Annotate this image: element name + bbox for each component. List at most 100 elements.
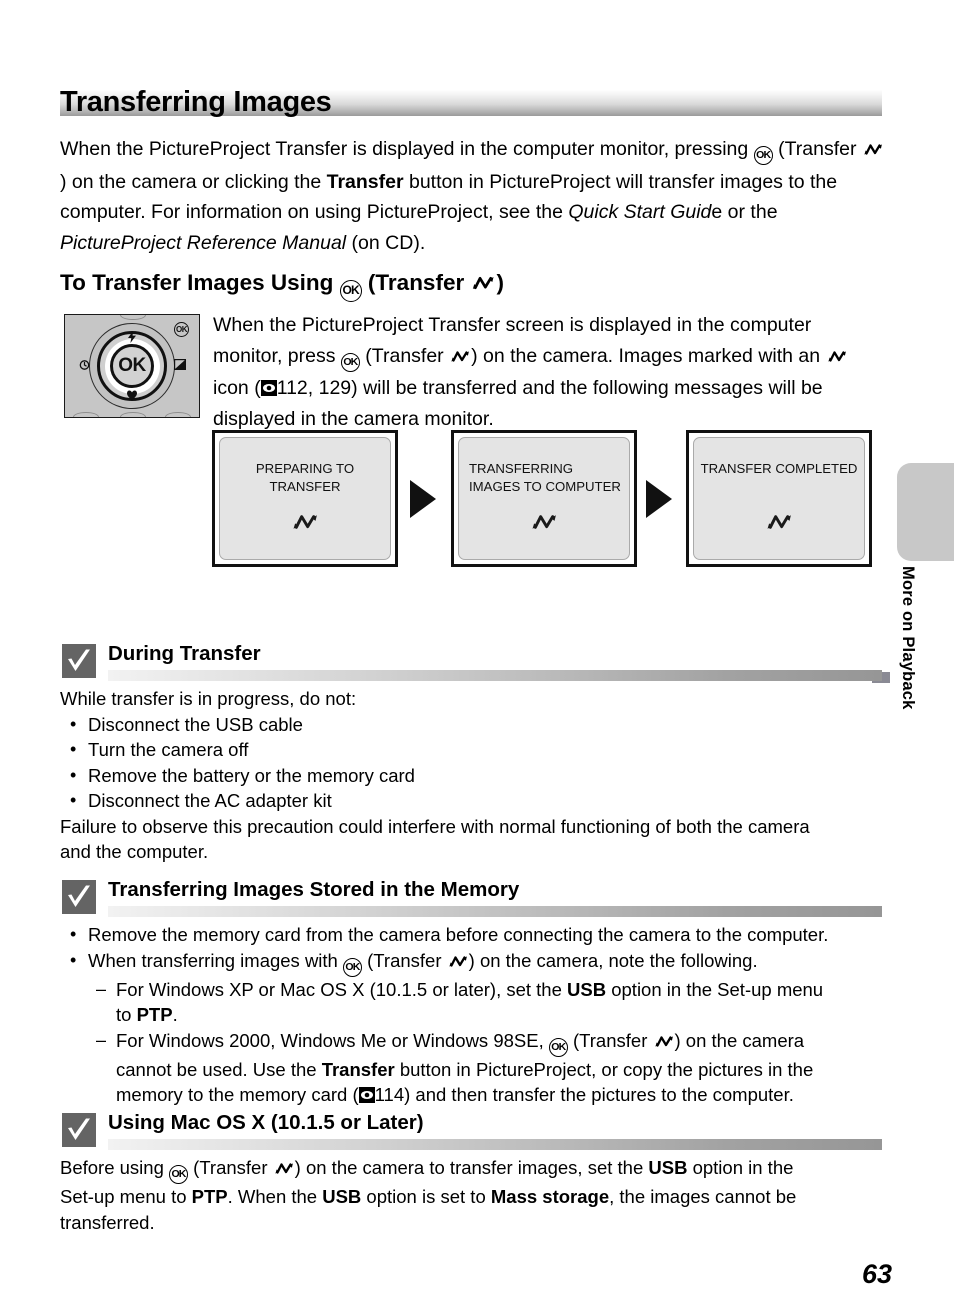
camera-body-nub [73,412,99,417]
mac-p-c: ) on the camera to transfer images, set … [294,1157,649,1178]
note-outro-line-1: Failure to observe this precaution could… [60,815,810,837]
intro-line-4b: e or the [711,201,778,223]
monitor-screen: TRANSFER COMPLETED [686,430,872,567]
note-header: Transferring Images Stored in the Memory [60,878,882,920]
transfer-icon [459,512,629,537]
cam-text-line-1: When the PictureProject Transfer screen … [213,314,812,336]
note-intro: While transfer is in progress, do not: [60,688,357,709]
flow-arrow-icon [646,480,672,518]
flow-arrow-icon [410,480,436,518]
section-heading-suffix: ) [496,270,504,295]
ok-button-icon: OK [340,352,360,372]
note-gradient-bar [108,670,882,681]
intro-line-2b: ) on the camera or clicking the [60,170,327,193]
monitor-screen: TRANSFERRING IMAGES TO COMPUTER [451,430,637,567]
page-title-text: Transferring Images [60,86,332,118]
list-item: Disconnect the AC adapter kit [60,788,882,814]
transfer-icon [826,343,848,374]
multi-selector-illustration: OK OK [64,314,200,418]
list-item: For Windows 2000, Windows Me or Windows … [60,1028,882,1057]
note-title: Using Mac OS X (10.1.5 or Later) [108,1111,424,1134]
monitor-display: PREPARING TO TRANSFER [219,437,391,560]
mac-p-h: , the images cannot be [609,1186,797,1207]
ptp-option-label: PTP [136,1004,173,1025]
memory-d2-d: cannot be used. Use the [116,1058,322,1080]
memory-d2-e: button in PictureProject, or copy the pi… [394,1058,814,1080]
memory-d2-b: (Transfer [567,1029,653,1051]
list-item: For Windows XP or Mac OS X (10.1.5 or la… [60,977,882,1003]
mac-p-d: option in the [687,1157,794,1178]
memory-d1-c: to [116,1004,137,1025]
cam-text-line-2a: monitor, press [213,344,341,367]
memory-d2-g: ) and then transfer the pictures to the … [404,1084,794,1105]
monitor-sequence: PREPARING TO TRANSFER TRANSFERRING IMAGE… [212,430,892,567]
monitor-screen: PREPARING TO TRANSFER [212,430,398,567]
memory-b2-a: When transferring images with [88,949,343,971]
mass-storage-label: Mass storage [490,1186,610,1207]
page-number: 63 [861,1259,892,1289]
ok-button-icon: OK [339,280,362,302]
mac-p-f: . When the [227,1186,323,1207]
memory-d1-d: . [172,1004,178,1025]
section-heading: To Transfer Images Using OK (Transfer ) [60,268,504,302]
memory-page-ref: 114 [374,1084,405,1105]
transfer-icon [447,950,469,976]
ok-button-icon: OK [169,1165,189,1184]
exposure-compensation-icon [174,359,187,373]
transfer-icon [220,512,390,537]
note-title: During Transfer [108,642,261,665]
usb-option-label: USB [648,1157,688,1178]
usb-option-label: USB [567,978,607,1000]
memory-b2-b: (Transfer [362,949,447,971]
section-tab [897,463,954,561]
intro-line-4a: the [535,201,569,223]
list-item: Disconnect the USB cable [60,712,882,738]
ok-button-callout-icon: OK [174,322,189,337]
manual-page: More on Playback Transferring Images Whe… [0,0,954,1314]
list-item: When transferring images with OK (Transf… [60,948,882,977]
memory-d1-b: option in the Set-up menu [606,978,824,1000]
monitor-display: TRANSFER COMPLETED [693,437,865,560]
cam-text-line-2c: ) on the camera. [471,344,614,367]
checkmark-icon [62,1113,96,1147]
intro-line-2c: button in PictureProject [403,170,611,193]
note-header: During Transfer [60,642,882,684]
monitor-message: TRANSFER COMPLETED [700,461,858,476]
ok-button-icon: OK [343,957,362,977]
note-body: Before using OK (Transfer ) on the camer… [60,1155,882,1235]
memory-d1-a: For Windows XP or Mac OS X (10.1.5 or la… [116,978,568,1000]
intro-paragraph: When the PictureProject Transfer is disp… [60,134,886,258]
note-mac-os-x: Using Mac OS X (10.1.5 or Later) Before … [60,1111,882,1235]
usb-option-label: USB [322,1186,362,1207]
flash-mode-icon [127,331,137,346]
list-item: Turn the camera off [60,737,882,763]
cam-text-line-2b: (Transfer [359,344,450,367]
note-during-transfer: During Transfer While transfer is in pro… [60,642,882,865]
cam-text-line-3a: Images marked with an [618,344,826,367]
intro-line-4c: (on CD). [346,231,426,254]
note-gradient-bar [108,1139,882,1150]
intro-line-1: When the PictureProject Transfer is disp… [60,138,749,160]
mac-p-e: Set-up menu to [60,1186,192,1207]
page-title: Transferring Images [60,78,882,118]
mac-p-b: (Transfer [188,1157,273,1178]
section-heading-mid: (Transfer [361,270,471,295]
memory-d1-cont: to PTP. [60,1002,882,1028]
memory-d2-cont-2: memory to the memory card (114) and then… [60,1082,882,1108]
checkmark-icon [62,644,96,678]
transfer-icon [862,136,884,167]
page-reference-icon [260,380,277,396]
memory-d2-c: ) on the camera [674,1029,805,1051]
quick-start-guide-title: Quick Start Guid [568,201,712,223]
ptp-option-label: PTP [191,1186,228,1207]
macro-mode-icon [126,389,138,403]
mac-line-3: transferred. [60,1211,155,1233]
list-item: Remove the battery or the memory card [60,763,882,789]
mac-line-2: Set-up menu to PTP. When the USB option … [60,1184,882,1210]
checkmark-icon [62,880,96,914]
cam-text-line-3c: ) will be transferred and [351,377,555,399]
page-reference-icon [358,1087,375,1103]
cam-text-line-3b: icon ( [213,377,261,399]
mac-line-1: Before using OK (Transfer ) on the camer… [60,1155,882,1184]
transfer-instructions: When the PictureProject Transfer screen … [213,310,886,434]
